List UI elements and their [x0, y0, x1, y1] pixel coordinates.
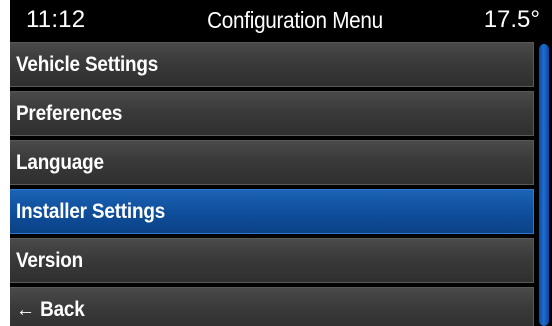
menu-item-language[interactable]: Language [10, 140, 534, 185]
menu-item-vehicle-settings[interactable]: Vehicle Settings [10, 42, 534, 87]
menu-item-label: Preferences [16, 102, 123, 125]
menu-item-label: Vehicle Settings [16, 53, 159, 76]
menu-item-version[interactable]: Version [10, 238, 534, 283]
status-bar: 11:12 Configuration Menu 17.5° [10, 0, 552, 40]
scrollbar-thumb[interactable] [539, 44, 549, 326]
configuration-menu: Vehicle Settings Preferences Language In… [10, 42, 534, 326]
menu-item-installer-settings[interactable]: Installer Settings [10, 189, 534, 234]
menu-item-label: Installer Settings [16, 200, 166, 223]
menu-item-label: Version [16, 249, 84, 272]
back-arrow-icon: ← [16, 298, 35, 321]
page-title: Configuration Menu [207, 7, 383, 33]
clock-time: 11:12 [26, 6, 86, 33]
menu-item-label: Language [16, 151, 104, 174]
back-label: Back [40, 298, 85, 321]
screen: 11:12 Configuration Menu 17.5° Vehicle S… [10, 0, 552, 326]
temperature-readout: 17.5° [483, 6, 540, 33]
scrollbar-track[interactable] [538, 44, 550, 326]
menu-item-preferences[interactable]: Preferences [10, 91, 534, 136]
menu-item-back[interactable]: ← Back [10, 287, 534, 326]
menu-item-label: ← Back [16, 296, 85, 324]
